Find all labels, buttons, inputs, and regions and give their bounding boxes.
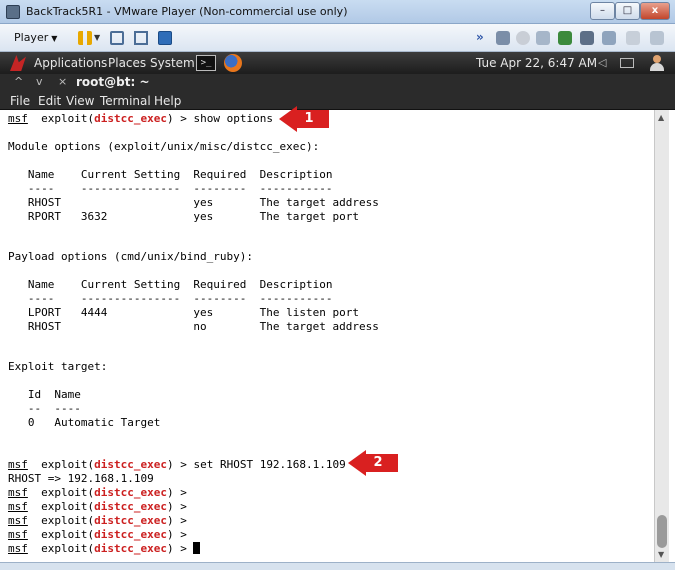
scroll-up-icon[interactable]: ▲ [658,113,664,122]
scroll-down-icon[interactable]: ▼ [658,550,664,559]
output-line: Id Name [8,388,81,401]
output-line: Module options (exploit/unix/misc/distcc… [8,140,320,153]
network-icon[interactable] [558,31,572,45]
vmware-app-icon [6,5,20,19]
annotation-arrow-2: 2 [348,450,400,476]
text-cursor [193,542,201,554]
terminal-titlebar: ^ v × root@bt: ~ [0,74,675,92]
close-button[interactable]: x [640,2,670,20]
usb-icon[interactable] [602,31,616,45]
output-line: Payload options (cmd/unix/bind_ruby): [8,250,254,263]
cd-drive-icon[interactable] [516,31,530,45]
prompt-line-show-options: msf exploit(distcc_exec) > show options [8,112,273,125]
menu-places[interactable]: Places [108,56,146,70]
printer-icon[interactable] [580,31,594,45]
window-title: BackTrack5R1 - VMware Player (Non-commer… [26,5,348,18]
output-line: -- ---- [8,402,81,415]
output-line: LPORT 4444 yes The listen port [8,306,359,319]
floppy-icon[interactable] [536,31,550,45]
output-line: RHOST yes The target address [8,196,379,209]
menu-terminal[interactable]: Terminal [100,94,151,108]
fit-guest-icon[interactable] [134,31,148,45]
prompt-line: msf exploit(distcc_exec) > [8,500,187,513]
maximize-button[interactable]: □ [615,2,640,20]
output-line: ---- --------------- -------- ----------… [8,292,333,305]
chevron-down-icon[interactable]: ▼ [94,33,100,42]
firefox-icon[interactable] [224,54,242,72]
terminal-scrollbar[interactable]: ▲ ▼ [654,110,669,562]
terminal-output[interactable]: msf exploit(distcc_exec) > show options … [0,110,654,562]
prompt-line: msf exploit(distcc_exec) > [8,486,187,499]
player-menu-button[interactable]: Player ▼ [14,31,57,44]
terminal-close-icon[interactable]: × [58,75,67,88]
full-screen-icon[interactable] [158,31,172,45]
menu-view[interactable]: View [66,94,94,108]
terminal-minimize-icon[interactable]: v [36,75,43,88]
terminal-title: root@bt: ~ [76,75,150,89]
unity-icon[interactable] [650,31,664,45]
terminal-menubar: File Edit View Terminal Help [0,92,675,110]
terminal-maximize-icon[interactable]: ^ [14,75,23,88]
clock[interactable]: Tue Apr 22, 6:47 AM [476,56,597,70]
prompt-line: msf exploit(distcc_exec) > [8,528,187,541]
network-adapter-icon[interactable] [496,31,510,45]
pause-icon[interactable] [78,31,92,45]
chevron-down-icon: ▼ [51,34,58,43]
menu-help[interactable]: Help [154,94,181,108]
message-icon[interactable] [626,31,640,45]
menu-file[interactable]: File [10,94,30,108]
output-line: Exploit target: [8,360,108,373]
window-bottom-border [0,562,675,570]
menu-applications[interactable]: Applications [34,56,107,70]
prompt-line-set-rhost: msf exploit(distcc_exec) > set RHOST 192… [8,458,346,471]
minimize-button[interactable]: – [590,2,615,20]
menu-edit[interactable]: Edit [38,94,61,108]
output-line: ---- --------------- -------- ----------… [8,182,333,195]
gnome-top-panel: Applications Places System >_ Tue Apr 22… [0,52,675,74]
output-line: Name Current Setting Required Descriptio… [8,278,333,291]
double-chevron-icon[interactable]: » [476,30,484,44]
output-line: RHOST => 192.168.1.109 [8,472,154,485]
output-line: RHOST no The target address [8,320,379,333]
output-line: Name Current Setting Required Descriptio… [8,168,333,181]
vmware-toolbar: Player ▼ ▼ » [0,24,675,52]
prompt-line: msf exploit(distcc_exec) > [8,514,187,527]
annotation-arrow-1: 1 [279,106,331,132]
send-ctrl-alt-del-icon[interactable] [110,31,124,45]
window-titlebar: BackTrack5R1 - VMware Player (Non-commer… [0,0,675,24]
user-icon[interactable] [650,55,664,71]
backtrack-dragon-icon [10,55,26,71]
speaker-icon[interactable]: ◁ [598,56,606,69]
terminal-launcher-icon[interactable]: >_ [196,55,216,71]
output-line: RPORT 3632 yes The target port [8,210,359,223]
menu-system[interactable]: System [150,56,195,70]
annotation-number: 1 [304,111,314,126]
output-line: 0 Automatic Target [8,416,161,429]
player-menu-label: Player [14,31,49,44]
mail-icon[interactable] [620,58,634,68]
prompt-line-active[interactable]: msf exploit(distcc_exec) > [8,542,201,556]
annotation-number: 2 [373,455,383,470]
scrollbar-thumb[interactable] [657,515,667,548]
